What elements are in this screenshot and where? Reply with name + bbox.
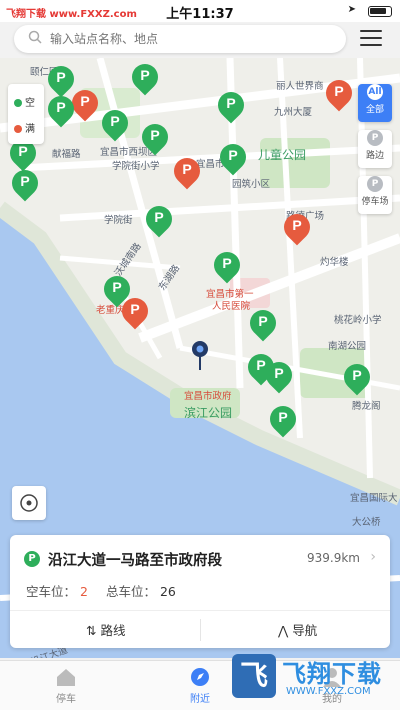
map-label: 人民医院 xyxy=(212,301,251,312)
home-icon xyxy=(57,669,75,686)
watermark-brand: 飞翔下载 xyxy=(282,660,382,688)
parking-pin-free[interactable]: P xyxy=(338,358,376,398)
map-label: 滨江公园 xyxy=(184,406,233,420)
watermark-url: WWW.FXXZ.COM xyxy=(286,686,371,697)
filter-buttons: All 全部 P 路边 P 停车场 xyxy=(358,80,392,222)
parking-pin-free[interactable]: P xyxy=(136,118,174,158)
filter-all-button[interactable]: All 全部 xyxy=(358,84,392,122)
map-label: 宜昌市政府 xyxy=(184,391,232,402)
battery-icon xyxy=(368,6,392,17)
legend-free-label: 空 xyxy=(25,98,35,109)
total-label: 总车位： xyxy=(105,584,156,599)
map-label: 南湖公园 xyxy=(328,341,367,352)
map-label: 丽人世界商 xyxy=(276,81,324,92)
map-label: 灼华楼 xyxy=(320,257,349,268)
all-icon: All xyxy=(367,84,383,100)
parking-pin-full[interactable]: P xyxy=(320,74,358,114)
distance: 939.9km xyxy=(307,551,360,565)
parking-pin-full[interactable]: P xyxy=(116,292,154,332)
target-icon xyxy=(20,494,38,512)
free-label: 空车位： xyxy=(26,584,77,599)
map-legend: 空 满 xyxy=(8,84,44,144)
status-bar: 飞翔下载 www.FXXZ.com 上午11:37 ➤ xyxy=(0,0,400,22)
total-value: 26 xyxy=(159,584,176,599)
filter-roadside-button[interactable]: P 路边 xyxy=(358,130,392,168)
divider xyxy=(10,610,390,611)
map-label: 九州大厦 xyxy=(274,107,313,118)
clock: 上午11:37 xyxy=(166,7,234,22)
parking-pin-free[interactable]: P xyxy=(244,304,282,344)
parking-pin-full[interactable]: P xyxy=(66,84,104,124)
map-label: 腾龙阁 xyxy=(352,401,381,412)
parking-pin-free[interactable]: P xyxy=(260,356,298,396)
full-dot-icon xyxy=(14,125,22,133)
current-location-icon xyxy=(192,341,208,370)
route-button[interactable]: ⇅ 路线 xyxy=(86,620,125,639)
space-counts: 空车位： 2 总车位： 26 xyxy=(26,581,176,600)
parking-icon: P xyxy=(367,176,383,192)
parking-icon: P xyxy=(367,130,383,146)
map-label: 桃花岭小学 xyxy=(334,315,382,326)
map-label: 儿童公园 xyxy=(258,148,307,162)
chevron-right-icon[interactable]: › xyxy=(370,549,376,565)
top-bar xyxy=(0,22,400,58)
parking-pin-free[interactable]: P xyxy=(214,138,252,178)
parking-pin-free[interactable]: P xyxy=(140,200,178,240)
map-label: 宜昌国际大 xyxy=(350,493,398,504)
locate-button[interactable] xyxy=(12,486,46,520)
map-label: 学院街小学 xyxy=(112,161,160,172)
search-box[interactable] xyxy=(14,25,346,53)
divider xyxy=(200,619,201,641)
map-label: 献福路 xyxy=(52,149,81,160)
route-icon: ⇅ xyxy=(86,623,97,638)
tab-parking[interactable]: 停车 xyxy=(26,667,106,705)
free-value: 2 xyxy=(80,584,88,599)
search-icon xyxy=(28,30,42,44)
location-arrow-icon: ➤ xyxy=(347,4,356,15)
parking-pin-full[interactable]: P xyxy=(278,208,316,248)
parking-pin-free[interactable]: P xyxy=(212,86,250,126)
parking-pin-free[interactable]: P xyxy=(6,164,44,204)
parking-pin-free[interactable]: P xyxy=(208,246,246,286)
map-label: 大公桥 xyxy=(352,517,381,528)
parking-pin-free[interactable]: P xyxy=(126,58,164,98)
parking-pin-free[interactable]: P xyxy=(42,90,80,130)
compass-icon xyxy=(191,668,209,686)
parking-pin-free[interactable]: P xyxy=(96,104,134,144)
parking-icon: P xyxy=(24,551,40,567)
search-input[interactable] xyxy=(50,29,330,49)
free-dot-icon xyxy=(14,99,22,107)
logo-icon: 飞 xyxy=(232,654,276,698)
parking-pin-full[interactable]: P xyxy=(168,152,206,192)
watermark-logo: 飞 飞翔下载 WWW.FXXZ.COM xyxy=(232,652,392,702)
map-label: 园筑小区 xyxy=(232,179,271,190)
filter-parkinglot-button[interactable]: P 停车场 xyxy=(358,176,392,214)
menu-icon[interactable] xyxy=(360,30,382,48)
parking-title: 沿江大道一马路至市政府段 xyxy=(48,553,222,569)
legend-full-label: 满 xyxy=(25,124,35,135)
parking-pin-free[interactable]: P xyxy=(264,400,302,440)
navigate-button[interactable]: ⋀ 导航 xyxy=(278,620,317,639)
navigation-arrow-icon: ⋀ xyxy=(278,623,289,638)
map-label: 学院街 xyxy=(104,215,133,226)
tab-nearby[interactable]: 附近 xyxy=(160,667,240,705)
parking-info-card[interactable]: P 沿江大道一马路至市政府段 939.9km › 空车位： 2 总车位： 26 ⇅ … xyxy=(10,535,390,648)
